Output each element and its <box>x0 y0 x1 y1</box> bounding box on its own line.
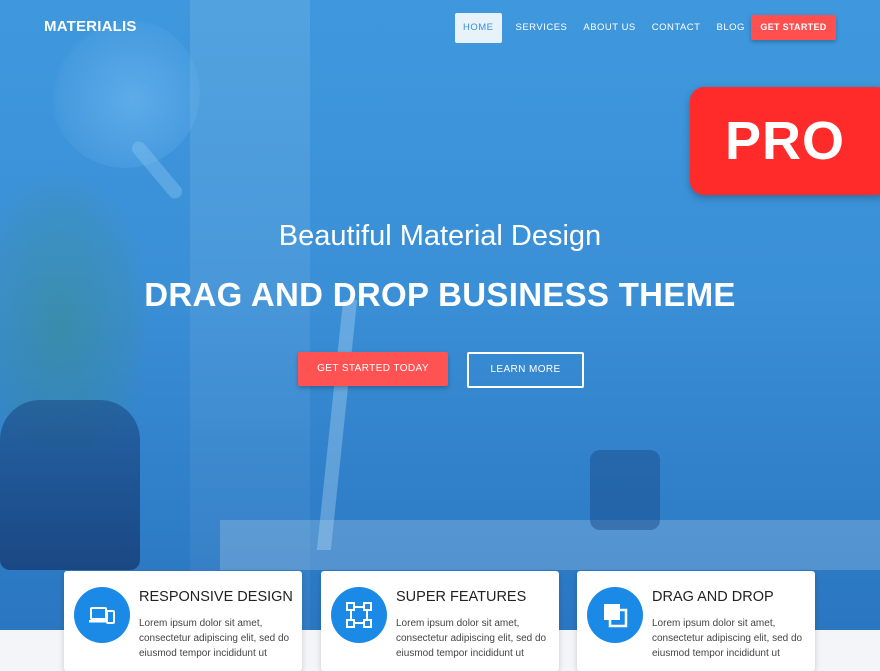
background-laptop <box>316 300 358 550</box>
feature-text: Lorem ipsum dolor sit amet, consectetur … <box>396 618 547 659</box>
learn-more-button[interactable]: LEARN MORE <box>467 352 584 388</box>
nav-item-blog[interactable]: BLOG <box>710 13 750 43</box>
get-started-today-button[interactable]: GET STARTED TODAY <box>298 352 448 386</box>
main-nav: HOME SERVICES ABOUT US CONTACT BLOG <box>455 13 755 43</box>
feature-title: RESPONSIVE DESIGN <box>139 589 293 605</box>
pro-badge-label: PRO <box>725 111 846 171</box>
pro-badge: PRO <box>690 87 880 195</box>
nav-item-services[interactable]: SERVICES <box>510 13 574 43</box>
feature-text: Lorem ipsum dolor sit amet, consectetur … <box>139 618 290 659</box>
feature-card-drag-and-drop: DRAG AND DROP Lorem ipsum dolor sit amet… <box>577 571 815 671</box>
hero-section: MATERIALIS HOME SERVICES ABOUT US CONTAC… <box>0 0 880 660</box>
hero-title: DRAG AND DROP BUSINESS THEME <box>144 276 736 313</box>
get-started-button[interactable]: GET STARTED <box>751 15 836 40</box>
site-logo[interactable]: MATERIALIS <box>44 18 137 35</box>
feature-card-super-features: SUPER FEATURES Lorem ipsum dolor sit ame… <box>321 571 559 671</box>
feature-text: Lorem ipsum dolor sit amet, consectetur … <box>652 618 803 659</box>
hero-subtitle: Beautiful Material Design <box>278 220 602 252</box>
nav-item-contact[interactable]: CONTACT <box>646 13 707 43</box>
layers-icon <box>587 587 643 643</box>
vector-square-icon <box>331 587 387 643</box>
nav-item-home[interactable]: HOME <box>455 13 502 43</box>
devices-icon <box>74 587 130 643</box>
feature-title: DRAG AND DROP <box>652 589 774 605</box>
feature-title: SUPER FEATURES <box>396 589 527 605</box>
background-lamp <box>50 18 200 168</box>
feature-card-responsive-design: RESPONSIVE DESIGN Lorem ipsum dolor sit … <box>64 571 302 671</box>
nav-item-about-us[interactable]: ABOUT US <box>577 13 641 43</box>
background-vase <box>0 400 140 570</box>
background-cup <box>590 450 660 530</box>
